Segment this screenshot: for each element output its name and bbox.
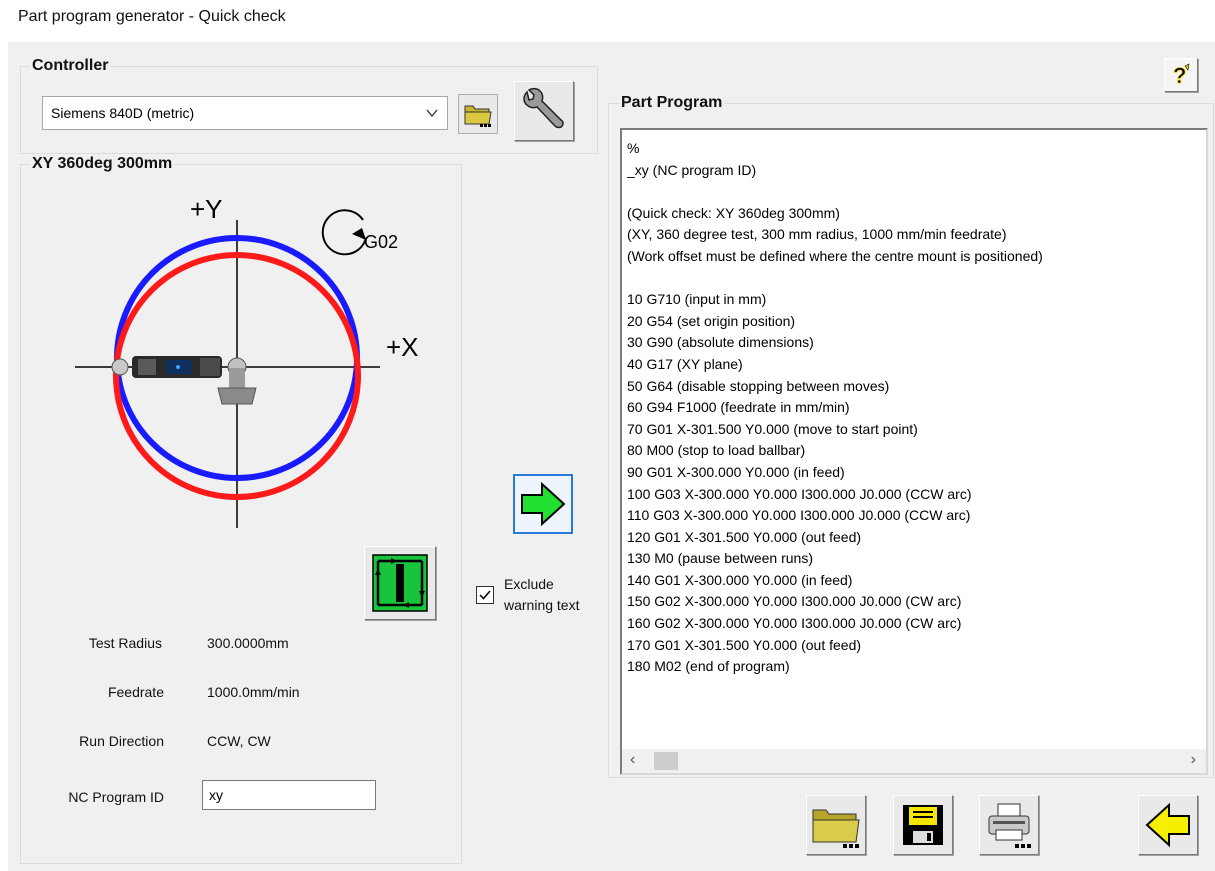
square-test-icon — [372, 554, 428, 612]
print-program-button[interactable] — [979, 795, 1039, 855]
floppy-disk-icon — [903, 805, 943, 845]
yellow-arrow-left-icon — [1145, 802, 1190, 848]
wrench-icon — [523, 87, 564, 129]
program-line: 140 G01 X-300.000 Y0.000 (in feed) — [627, 571, 853, 588]
program-line: 10 G710 (input in mm) — [627, 291, 767, 308]
exclude-warning-line1: Exclude — [504, 576, 554, 592]
program-line: % — [627, 140, 640, 156]
help-icon: ? — [1173, 63, 1190, 88]
program-line: _xy (NC program ID) — [627, 161, 757, 178]
controller-select[interactable]: Siemens 840D (metric) — [42, 96, 448, 130]
printer-icon — [988, 803, 1031, 848]
program-line: 110 G03 X-300.000 Y0.000 I300.000 J0.000… — [627, 507, 971, 524]
svg-text:?: ? — [1173, 63, 1186, 88]
folder-icon — [812, 809, 860, 848]
exclude-warning-line2: warning text — [504, 597, 580, 613]
program-line: 50 G64 (disable stopping between moves) — [627, 377, 890, 394]
controller-group-title: Controller — [30, 57, 111, 75]
plus-x-label: +X — [386, 332, 419, 362]
part-program-group-title: Part Program — [619, 94, 725, 112]
ballbar-icon — [111, 356, 257, 405]
controller-settings-button[interactable] — [514, 81, 574, 141]
part-program-textarea[interactable]: % _xy (NC program ID) (Quick check: XY 36… — [620, 128, 1208, 775]
nc-program-id-label: NC Program ID — [68, 789, 164, 805]
exclude-warning-label: Exclude warning text — [504, 574, 579, 616]
plus-y-label: +Y — [190, 194, 223, 224]
g02-direction-icon: G02 — [321, 209, 398, 256]
help-button[interactable]: ? — [1164, 58, 1198, 92]
green-arrow-right-icon — [521, 481, 566, 527]
test-radius-label: Test Radius — [88, 635, 162, 651]
nc-program-id-input[interactable] — [202, 780, 376, 810]
controller-select-value: Siemens 840D (metric) — [51, 105, 195, 121]
program-line: 170 G01 X-301.500 Y0.000 (out feed) — [627, 636, 862, 653]
program-line: 70 G01 X-301.500 Y0.000 (move to start p… — [627, 420, 918, 437]
program-line: (Work offset must be defined where the c… — [627, 247, 1043, 264]
scrollbar-thumb[interactable] — [654, 752, 678, 770]
program-line: 150 G02 X-300.000 Y0.000 I300.000 J0.000… — [627, 593, 962, 610]
test-diagram: +Y +X G02 — [75, 194, 419, 528]
test-radius-value: 300.0000mm — [207, 635, 289, 651]
scroll-right-icon[interactable]: › — [1191, 751, 1196, 769]
run-direction-label: Run Direction — [79, 733, 164, 749]
scroll-left-icon[interactable]: ‹ — [630, 751, 635, 769]
feedrate-value: 1000.0mm/min — [207, 684, 300, 700]
checkmark-icon — [479, 590, 491, 600]
chevron-down-icon — [426, 109, 438, 118]
horizontal-scrollbar[interactable]: ‹ › — [622, 749, 1206, 773]
program-line: 90 G01 X-300.000 Y0.000 (in feed) — [627, 463, 845, 480]
program-line: 130 M0 (pause between runs) — [627, 550, 813, 567]
program-line: 160 G02 X-300.000 Y0.000 I300.000 J0.000… — [627, 615, 962, 632]
svg-text:G02: G02 — [364, 232, 398, 252]
folder-icon — [464, 105, 492, 127]
program-line: 180 M02 (end of program) — [627, 658, 790, 675]
feedrate-label: Feedrate — [107, 684, 164, 700]
program-line: 120 G01 X-301.500 Y0.000 (out feed) — [627, 528, 862, 545]
program-line: 30 G90 (absolute dimensions) — [627, 334, 814, 351]
run-direction-value: CCW, CW — [207, 733, 271, 749]
back-button[interactable] — [1138, 795, 1198, 855]
program-line: (Quick check: XY 360deg 300mm) — [627, 204, 840, 221]
program-line — [627, 181, 1202, 203]
exclude-warning-checkbox[interactable] — [476, 586, 494, 604]
window-title: Part program generator - Quick check — [18, 8, 286, 25]
test-type-button[interactable] — [364, 546, 436, 620]
program-line: 80 M00 (stop to load ballbar) — [627, 442, 806, 459]
part-program-text: % _xy (NC program ID) (Quick check: XY 36… — [627, 138, 1202, 747]
program-line: 60 G94 F1000 (feedrate in mm/min) — [627, 399, 850, 416]
open-program-button[interactable] — [806, 795, 866, 855]
program-line — [627, 268, 1202, 290]
program-line: 40 G17 (XY plane) — [627, 355, 743, 372]
program-line: 100 G03 X-300.000 Y0.000 I300.000 J0.000… — [627, 485, 972, 502]
program-line: 20 G54 (set origin position) — [627, 312, 796, 329]
generate-program-button[interactable] — [513, 474, 573, 534]
test-group-title: XY 360deg 300mm — [30, 155, 175, 173]
save-program-button[interactable] — [893, 795, 953, 855]
open-controller-button[interactable] — [458, 94, 498, 134]
program-line: (XY, 360 degree test, 300 mm radius, 100… — [627, 226, 1007, 243]
